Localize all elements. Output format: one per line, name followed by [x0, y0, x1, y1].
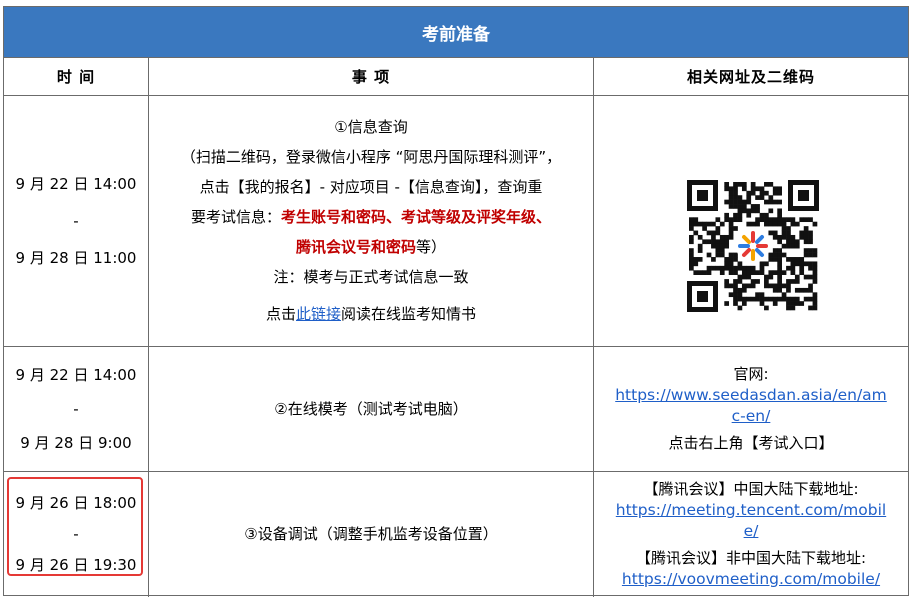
table-row-time: 9 月 22 日 14:00 - 9 月 28 日 9:00: [4, 347, 148, 471]
table-row-links: 【腾讯会议】中国大陆下载地址: https://meeting.tencent.…: [594, 472, 908, 596]
table-row-item: ②在线模考（测试考试电脑）: [149, 347, 593, 471]
time-end: 9 月 28 日 9:00: [20, 433, 132, 452]
qr-code-icon: [683, 176, 823, 316]
banner-title: 考前准备: [422, 24, 490, 45]
table-banner: 考前准备: [4, 7, 908, 57]
item-note: 注：模考与正式考试信息一致: [273, 268, 469, 286]
cn-download-label: 【腾讯会议】中国大陆下载地址:: [643, 479, 859, 498]
table-row-links: 官网: https://www.seedasdan.asia/en/am c-e…: [594, 347, 908, 471]
item-title: ②在线模考（测试考试电脑）: [274, 399, 468, 418]
cn-download-link[interactable]: e/: [744, 521, 759, 542]
notice-link[interactable]: 此链接: [296, 305, 341, 323]
highlight-box: [7, 477, 143, 576]
item-line: 要考试信息：考生账号和密码、考试等级及评奖年级、: [191, 207, 551, 228]
site-label: 官网:: [733, 365, 769, 383]
header-time: 时 间: [56, 68, 96, 86]
site-note: 点击右上角【考试入口】: [668, 434, 834, 452]
intl-download-link[interactable]: https://voovmeeting.com/mobile/: [622, 569, 880, 590]
table-row-time: 9 月 22 日 14:00 - 9 月 28 日 11:00: [4, 96, 148, 346]
item-line: 点击此链接阅读在线监考知情书: [266, 304, 476, 325]
item-title: ①信息查询: [334, 118, 408, 136]
item-line: 点击【我的报名】- 对应项目 -【信息查询】，查询重: [199, 178, 543, 196]
table-row-item: ①信息查询 （扫描二维码，登录微信小程序 “阿思丹国际理科测评”， 点击【我的报…: [149, 96, 593, 346]
item-text: 阅读在线监考知情书: [341, 305, 477, 323]
intl-download-label: 【腾讯会议】非中国大陆下载地址:: [635, 548, 867, 567]
important-info: 考生账号和密码、考试等级及评奖年级、: [281, 208, 552, 226]
item-line: （扫描二维码，登录微信小程序 “阿思丹国际理科测评”，: [180, 148, 562, 166]
site-url-link[interactable]: c-en/: [732, 406, 771, 427]
header-item: 事 项: [351, 68, 391, 86]
item-text: 点击: [265, 305, 296, 323]
important-info: 腾讯会议号和密码: [295, 238, 416, 256]
item-text: 要考试信息：: [190, 208, 281, 226]
qr-logo-icon: [736, 229, 770, 263]
time-start: 9 月 22 日 14:00: [15, 174, 137, 193]
item-title: ③设备调试（调整手机监考设备位置）: [244, 524, 498, 543]
time-separator: -: [73, 399, 79, 418]
time-separator: -: [73, 211, 79, 230]
time-start: 9 月 22 日 14:00: [15, 365, 137, 384]
table-row-item: ③设备调试（调整手机监考设备位置）: [149, 472, 593, 596]
item-text: 等）: [416, 238, 447, 256]
time-end: 9 月 28 日 11:00: [15, 248, 137, 267]
site-url-link[interactable]: https://www.seedasdan.asia/en/am: [615, 385, 887, 406]
header-links: 相关网址及二维码: [686, 68, 815, 86]
item-line: 腾讯会议号和密码等）: [296, 237, 446, 258]
cn-download-link[interactable]: https://meeting.tencent.com/mobil: [616, 500, 886, 521]
